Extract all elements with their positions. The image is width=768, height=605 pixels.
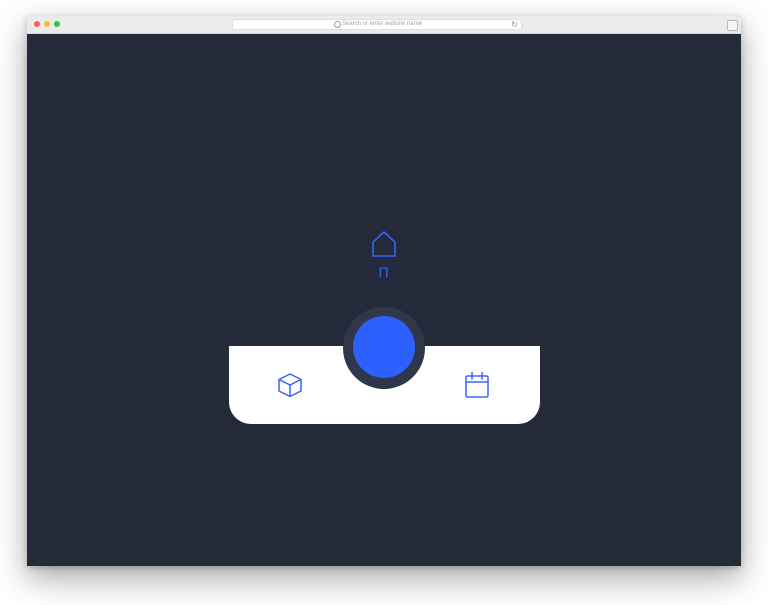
address-placeholder: Search or enter website name [342, 21, 423, 27]
minimize-window-button[interactable] [44, 21, 50, 27]
maximize-window-button[interactable] [54, 21, 60, 27]
browser-titlebar: Search or enter website name ↻ [27, 16, 741, 34]
calendar-icon[interactable] [464, 371, 490, 399]
home-nav-button[interactable] [353, 316, 415, 378]
browser-window: Search or enter website name ↻ Π [27, 16, 741, 566]
box-icon[interactable] [277, 372, 303, 398]
close-window-button[interactable] [34, 21, 40, 27]
home-icon [372, 231, 396, 257]
reload-icon[interactable]: ↻ [511, 20, 518, 29]
active-nav-label: Π [378, 264, 390, 280]
tab-overview-icon[interactable] [727, 20, 738, 31]
search-icon [334, 21, 341, 28]
address-bar[interactable]: Search or enter website name ↻ [232, 19, 522, 30]
